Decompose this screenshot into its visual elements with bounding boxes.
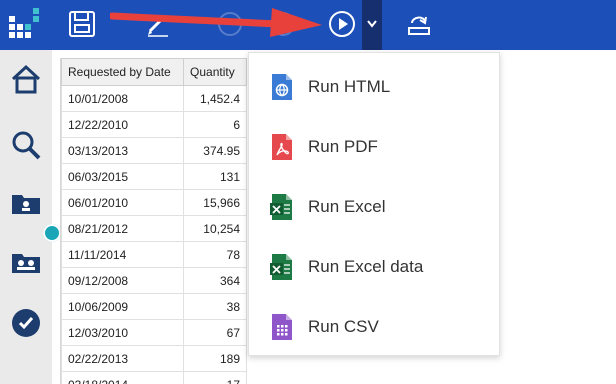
menu-item-run-excel[interactable]: Run Excel [249,176,499,236]
cell-requested-date: 06/01/2010 [61,189,185,216]
table-row[interactable]: 10/01/2008 1,452.4 [61,85,247,112]
cell-quantity: 131 [183,163,247,190]
left-navigation-rail [0,50,52,384]
cell-quantity: 189 [183,345,247,372]
save-icon[interactable] [67,9,97,39]
my-content-icon[interactable] [9,187,43,221]
pdf-icon [272,134,292,160]
cell-requested-date: 12/22/2010 [61,111,185,138]
menu-item-run-csv[interactable]: Run CSV [249,296,499,356]
menu-item-run-html[interactable]: Run HTML [249,56,499,116]
cell-quantity: 364 [183,267,247,294]
cell-quantity: 10,254 [183,215,247,242]
table-row[interactable]: 06/01/2010 15,966 [61,189,247,216]
cell-quantity: 17 [183,371,247,384]
table-row[interactable]: 09/12/2008 364 [61,267,247,294]
cell-requested-date: 11/11/2014 [61,241,185,268]
cell-quantity: 6 [183,111,247,138]
excel-icon [270,194,292,220]
cell-quantity: 1,452.4 [183,85,247,112]
cell-quantity: 15,966 [183,189,247,216]
cell-quantity: 78 [183,241,247,268]
table-row[interactable]: 08/21/2012 10,254 [61,215,247,242]
excel-data-icon [270,254,292,280]
cell-quantity: 38 [183,293,247,320]
table-row[interactable]: 12/03/2010 67 [61,319,247,346]
table-row[interactable]: 03/18/201417 [61,371,247,384]
menu-item-label: Run Excel [308,197,386,216]
html-icon [272,74,292,100]
menu-item-label: Run PDF [308,137,378,156]
column-header-requested-date[interactable]: Requested by Date [61,58,185,86]
csv-icon [272,314,292,340]
cell-quantity: 374.95 [183,137,247,164]
table-row[interactable]: 06/03/2015 131 [61,163,247,190]
data-table: Requested by Date Quantity 10/01/2008 1,4… [61,58,247,384]
chevron-down-icon [367,20,377,28]
column-header-quantity[interactable]: Quantity [183,58,247,86]
cell-requested-date: 03/13/2013 [61,137,185,164]
app-logo-icon[interactable] [7,6,43,42]
cell-requested-date: 02/22/2013 [61,345,185,372]
menu-item-label: Run Excel data [308,257,424,276]
cell-requested-date: 06/03/2015 [61,163,185,190]
menu-item-label: Run CSV [308,317,379,336]
table-row[interactable]: 12/22/2010 6 [61,111,247,138]
table-row[interactable]: 03/13/2013 374.95 [61,137,247,164]
cell-requested-date: 03/18/2014 [61,371,185,384]
menu-item-run-excel-data[interactable]: Run Excel data [249,236,499,296]
table-header-row: Requested by Date Quantity [61,58,247,86]
team-content-icon[interactable] [9,246,43,280]
menu-item-run-pdf[interactable]: Run PDF [249,116,499,176]
run-icon[interactable] [327,9,357,39]
home-icon[interactable] [9,63,43,97]
search-icon[interactable] [9,128,43,162]
cell-quantity: 67 [183,319,247,346]
annotation-arrow-icon [110,8,322,37]
run-options-menu: Run HTML Run PDF Run Excel Run Excel data Ru… [248,52,500,356]
cell-requested-date: 10/06/2009 [61,293,185,320]
recent-icon[interactable] [9,306,43,340]
report-data-grid: Requested by Date Quantity 10/01/2008 1,4… [60,58,247,384]
cell-requested-date: 09/12/2008 [61,267,185,294]
run-options-button[interactable] [362,0,382,50]
refresh-icon[interactable] [404,9,434,39]
menu-item-label: Run HTML [308,77,391,96]
table-row[interactable]: 02/22/2013 189 [61,345,247,372]
cell-requested-date: 12/03/2010 [61,319,185,346]
status-indicator [43,224,61,242]
cell-requested-date: 10/01/2008 [61,85,185,112]
cell-requested-date: 08/21/2012 [61,215,185,242]
table-row[interactable]: 10/06/2009 38 [61,293,247,320]
table-row[interactable]: 11/11/2014 78 [61,241,247,268]
